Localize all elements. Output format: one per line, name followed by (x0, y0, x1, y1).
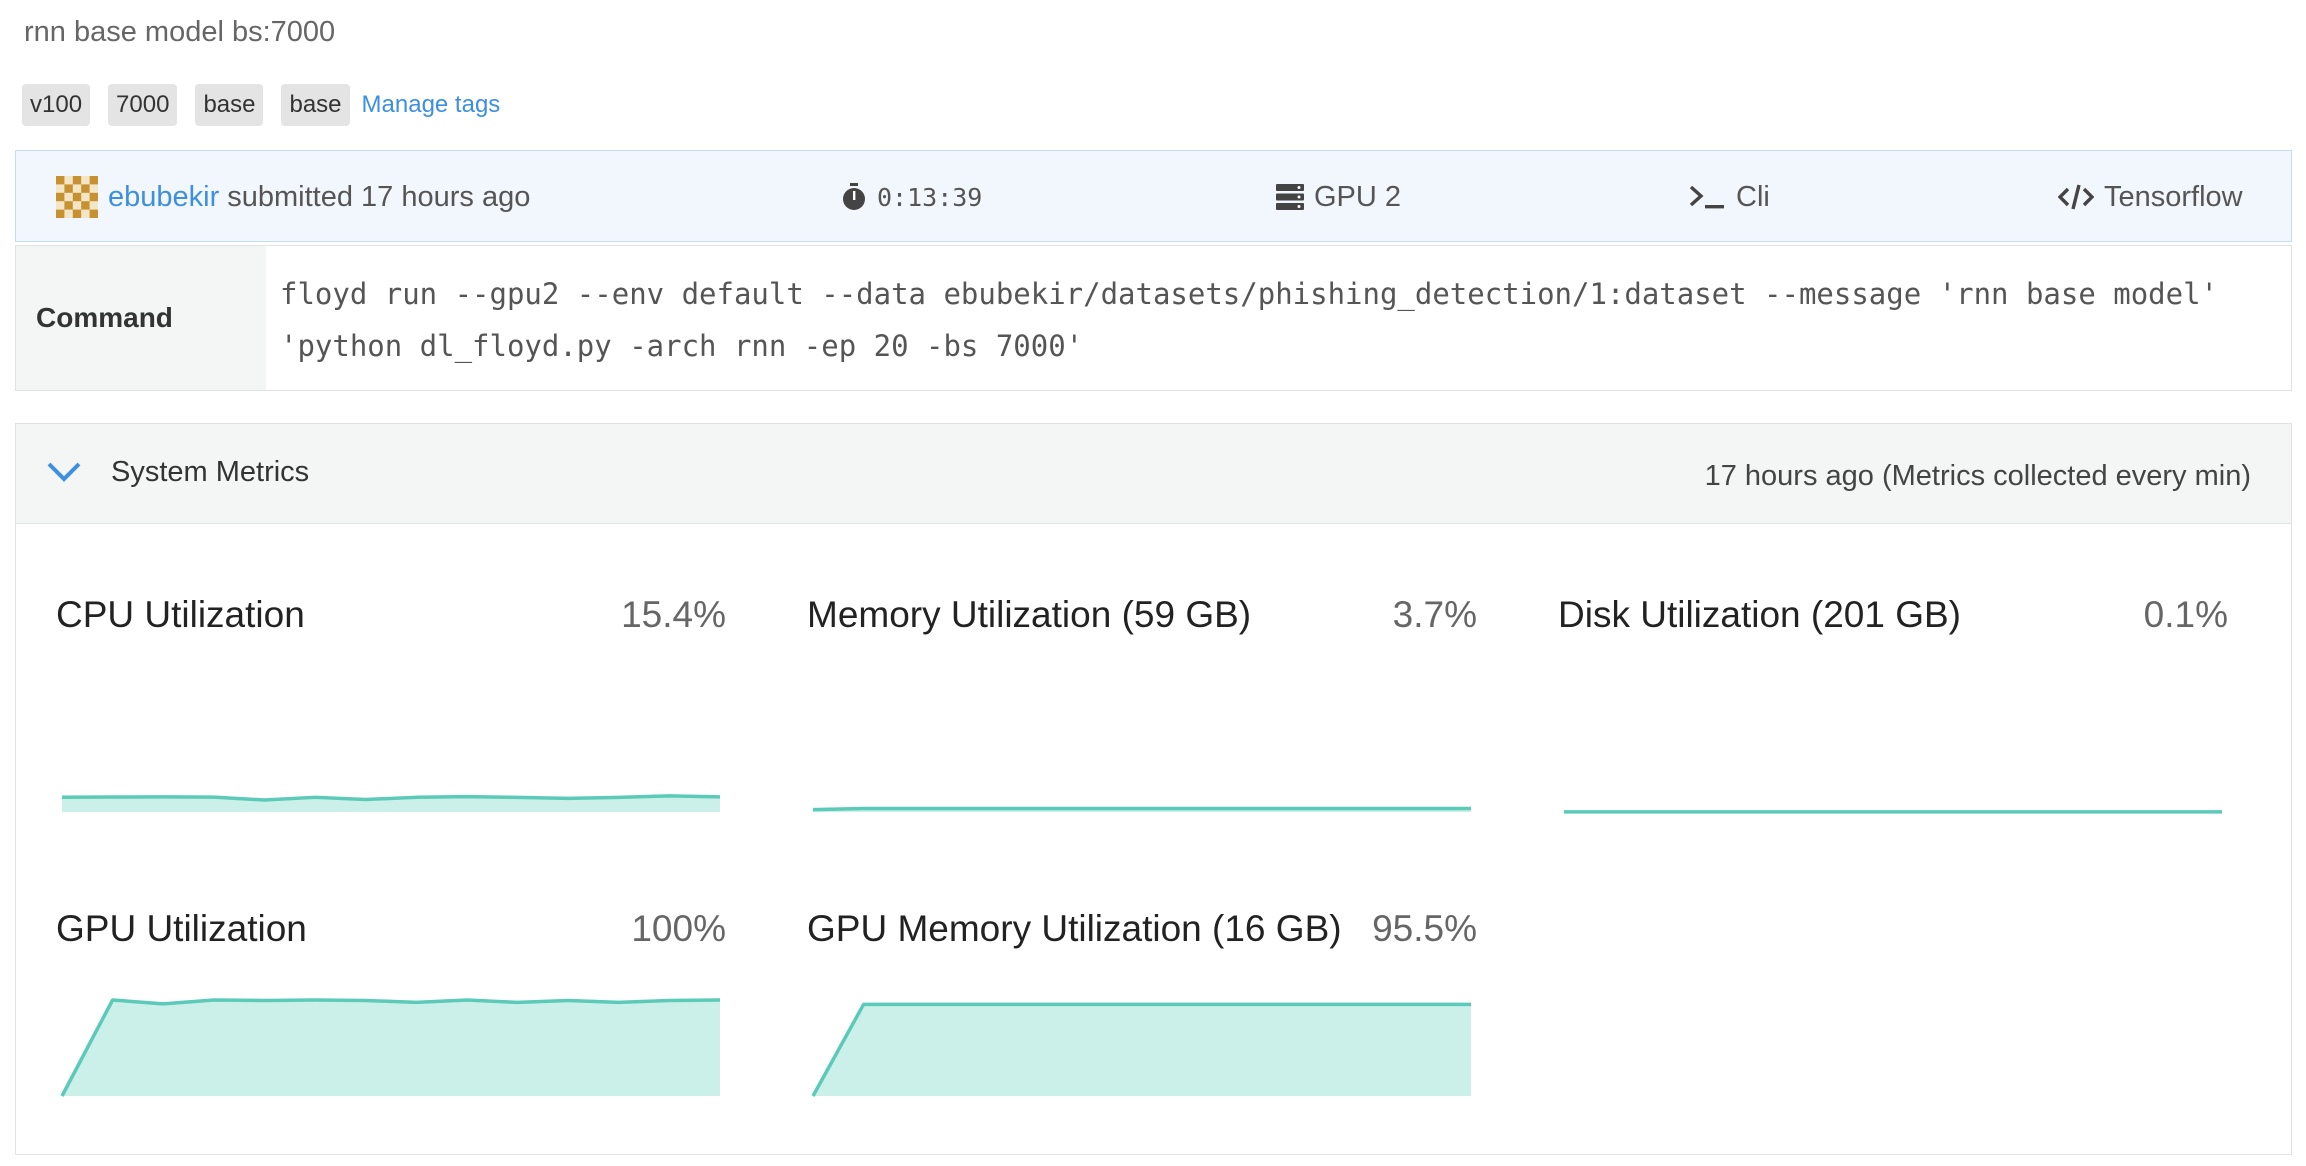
gpu-memory-sparkline (811, 1002, 1471, 1097)
chart-value: 95.5% (1372, 908, 1477, 949)
system-metrics-title: System Metrics (111, 456, 310, 488)
stopwatch-icon (841, 183, 867, 211)
tag-list: v100 7000 base base Manage tags (22, 84, 500, 126)
terminal-icon (1688, 184, 1726, 210)
mode: Cli (1688, 151, 1770, 243)
job-title: rnn base model bs:7000 (24, 16, 336, 48)
server-icon (1276, 184, 1304, 210)
disk-sparkline (1564, 810, 2222, 814)
chevron-down-icon[interactable] (46, 460, 82, 484)
job-info-bar: ebubekir submitted 17 hours ago 0:13:39 (15, 150, 2292, 242)
machine: GPU 2 (1276, 151, 1401, 243)
cpu-sparkline (61, 794, 721, 812)
sparkline-area (62, 1000, 720, 1096)
submitter: ebubekir submitted 17 hours ago (56, 151, 530, 243)
sparkline-area (813, 1004, 1471, 1096)
metrics-collected-note: 17 hours ago (Metrics collected every mi… (1704, 460, 2251, 492)
gpu-sparkline (60, 998, 721, 1097)
environment-value: Tensorflow (2104, 180, 2243, 213)
manage-tags-link[interactable]: Manage tags (362, 91, 501, 119)
tag[interactable]: base (195, 84, 264, 126)
chart-title: Memory Utilization (59 GB) (807, 594, 1252, 635)
tag[interactable]: v100 (22, 84, 91, 126)
system-metrics-header[interactable]: System Metrics 17 hours ago (Metrics col… (16, 424, 2291, 524)
chart-value: 15.4% (621, 594, 726, 635)
chart-value: 0.1% (2143, 594, 2228, 635)
chart-value: 3.7% (1392, 594, 1477, 635)
chart-title: GPU Utilization (56, 908, 307, 949)
command-text: floyd run --gpu2 --env default --data eb… (280, 277, 2236, 363)
chart-title: Disk Utilization (201 GB) (1558, 594, 1962, 635)
environment: Tensorflow (2058, 151, 2243, 243)
page: rnn base model bs:7000 v100 7000 base ba… (0, 0, 2306, 1166)
chart-title: CPU Utilization (56, 594, 305, 635)
command-panel: Command floyd run --gpu2 --env default -… (15, 245, 2292, 391)
submitted-text: submitted 17 hours ago (227, 180, 531, 213)
tag[interactable]: base (281, 84, 350, 126)
machine-value: GPU 2 (1314, 180, 1402, 213)
duration-value: 0:13:39 (877, 182, 983, 212)
chart-title: GPU Memory Utilization (16 GB) (807, 908, 1342, 949)
user-link[interactable]: ebubekir (108, 181, 219, 214)
tag[interactable]: 7000 (108, 84, 178, 126)
system-metrics-panel: System Metrics 17 hours ago (Metrics col… (15, 423, 2292, 1155)
duration: 0:13:39 (841, 151, 982, 243)
command-label: Command (16, 246, 266, 390)
code-icon (2058, 184, 2094, 210)
sparkline-line (812, 806, 1471, 812)
mode-value: Cli (1736, 180, 1770, 213)
memory-sparkline (812, 806, 1471, 812)
avatar-icon[interactable] (56, 176, 98, 218)
chart-value: 100% (631, 908, 726, 949)
